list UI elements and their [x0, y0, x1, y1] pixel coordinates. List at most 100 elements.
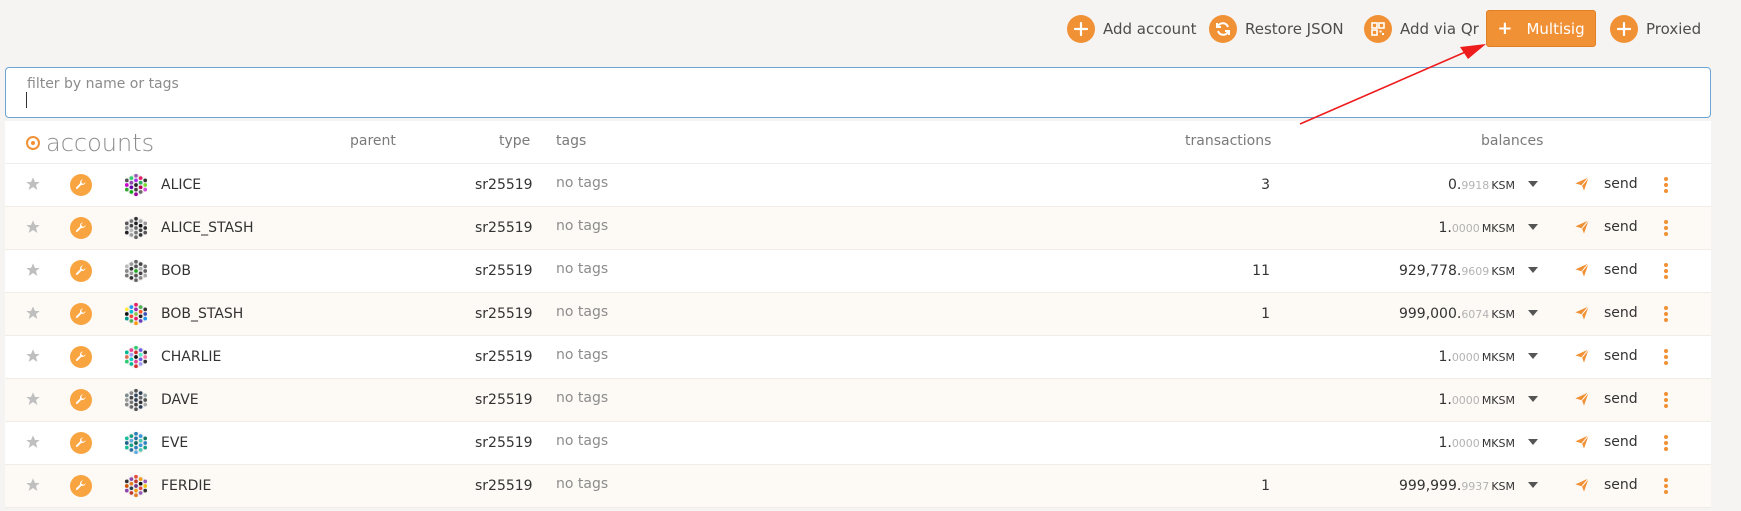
account-tags[interactable]: no tags	[556, 347, 608, 363]
account-name[interactable]: ALICE	[161, 177, 201, 193]
add-via-qr-button[interactable]: Add via Qr	[1364, 13, 1479, 45]
wrench-icon[interactable]	[70, 475, 92, 497]
favorite-star-icon[interactable]	[25, 305, 41, 325]
account-name[interactable]: CHARLIE	[161, 349, 221, 365]
favorite-star-icon[interactable]	[25, 434, 41, 454]
favorite-star-icon[interactable]	[25, 219, 41, 239]
balance: 1.0000 MKSM	[1438, 349, 1515, 365]
send-button[interactable]: send	[1574, 348, 1638, 364]
account-tags[interactable]: no tags	[556, 218, 608, 234]
wrench-icon[interactable]	[70, 432, 92, 454]
caret-down-icon[interactable]	[1528, 353, 1538, 359]
proxied-button[interactable]: Proxied	[1610, 13, 1701, 45]
balance-unit: MKSM	[1481, 351, 1515, 364]
balance-integer: 0.	[1447, 177, 1462, 193]
plus-icon	[1067, 15, 1095, 43]
more-vertical-icon[interactable]	[1664, 177, 1668, 193]
balance: 999,999.9937 KSM	[1399, 478, 1515, 494]
favorite-star-icon[interactable]	[25, 348, 41, 368]
balance: 929,778.9609 KSM	[1399, 263, 1515, 279]
add-account-button[interactable]: Add account	[1067, 13, 1197, 45]
filter-field[interactable]: filter by name or tags	[5, 67, 1711, 118]
caret-down-icon[interactable]	[1528, 267, 1538, 273]
wrench-icon[interactable]	[70, 346, 92, 368]
more-vertical-icon[interactable]	[1664, 478, 1668, 494]
wrench-icon[interactable]	[70, 260, 92, 282]
more-vertical-icon[interactable]	[1664, 306, 1668, 322]
account-type: sr25519	[475, 392, 533, 408]
send-button[interactable]: send	[1574, 391, 1638, 407]
text-cursor	[26, 92, 27, 108]
caret-down-icon[interactable]	[1528, 439, 1538, 445]
table-body: ALICE sr25519 no tags 3 0.9918 KSM send A…	[5, 164, 1711, 508]
send-button[interactable]: send	[1574, 262, 1638, 278]
paper-plane-icon	[1575, 392, 1590, 406]
send-button[interactable]: send	[1574, 176, 1638, 192]
more-vertical-icon[interactable]	[1664, 435, 1668, 451]
balance-unit: MKSM	[1481, 437, 1515, 450]
account-tags[interactable]: no tags	[556, 175, 608, 191]
send-button[interactable]: send	[1574, 477, 1638, 493]
account-tags[interactable]: no tags	[556, 261, 608, 277]
identicon-icon[interactable]	[124, 216, 148, 240]
caret-down-icon[interactable]	[1528, 482, 1538, 488]
multisig-button[interactable]: + Multisig	[1486, 10, 1596, 47]
account-tags[interactable]: no tags	[556, 390, 608, 406]
toolbar: Add account Restore JSON Add via Qr + Mu…	[0, 9, 1741, 47]
restore-json-button[interactable]: Restore JSON	[1209, 13, 1344, 45]
account-tags[interactable]: no tags	[556, 476, 608, 492]
table-row: BOB_STASH sr25519 no tags 1 999,000.6074…	[5, 293, 1711, 336]
balance-unit: MKSM	[1481, 394, 1515, 407]
restore-json-label: Restore JSON	[1245, 20, 1344, 38]
balance-fraction: 0000	[1451, 222, 1480, 235]
send-button[interactable]: send	[1574, 305, 1638, 321]
table-row: ALICE_STASH sr25519 no tags 1.0000 MKSM s…	[5, 207, 1711, 250]
account-name[interactable]: BOB	[161, 263, 191, 279]
balance: 1.0000 MKSM	[1438, 435, 1515, 451]
wrench-icon[interactable]	[70, 174, 92, 196]
proxied-label: Proxied	[1646, 20, 1702, 38]
favorite-star-icon[interactable]	[25, 391, 41, 411]
filter-input[interactable]	[25, 94, 1685, 114]
identicon-icon[interactable]	[124, 259, 148, 283]
caret-down-icon[interactable]	[1528, 310, 1538, 316]
balance-unit: KSM	[1491, 308, 1515, 321]
table-row: CHARLIE sr25519 no tags 1.0000 MKSM send	[5, 336, 1711, 379]
account-tags[interactable]: no tags	[556, 433, 608, 449]
balance-integer: 1.	[1438, 435, 1452, 451]
account-name[interactable]: FERDIE	[161, 478, 211, 494]
send-label: send	[1604, 477, 1638, 493]
more-vertical-icon[interactable]	[1664, 220, 1668, 236]
caret-down-icon[interactable]	[1528, 224, 1538, 230]
identicon-icon[interactable]	[124, 302, 148, 326]
identicon-icon[interactable]	[124, 474, 148, 498]
caret-down-icon[interactable]	[1528, 181, 1538, 187]
more-vertical-icon[interactable]	[1664, 392, 1668, 408]
favorite-star-icon[interactable]	[25, 176, 41, 196]
identicon-icon[interactable]	[124, 173, 148, 197]
account-name[interactable]: EVE	[161, 435, 188, 451]
send-button[interactable]: send	[1574, 219, 1638, 235]
identicon-icon[interactable]	[124, 345, 148, 369]
wrench-icon[interactable]	[70, 217, 92, 239]
account-type: sr25519	[475, 177, 533, 193]
wrench-icon[interactable]	[70, 389, 92, 411]
balance-fraction: 9918	[1461, 179, 1490, 192]
caret-down-icon[interactable]	[1528, 396, 1538, 402]
favorite-star-icon[interactable]	[25, 262, 41, 282]
wrench-icon[interactable]	[70, 303, 92, 325]
send-button[interactable]: send	[1574, 434, 1638, 450]
identicon-icon[interactable]	[124, 431, 148, 455]
table-row: DAVE sr25519 no tags 1.0000 MKSM send	[5, 379, 1711, 422]
account-name[interactable]: ALICE_STASH	[161, 220, 253, 236]
balance-integer: 929,778.	[1398, 263, 1462, 279]
identicon-icon[interactable]	[124, 388, 148, 412]
more-vertical-icon[interactable]	[1664, 263, 1668, 279]
account-name[interactable]: BOB_STASH	[161, 306, 243, 322]
account-name[interactable]: DAVE	[161, 392, 199, 408]
send-label: send	[1604, 391, 1638, 407]
favorite-star-icon[interactable]	[25, 477, 41, 497]
account-tags[interactable]: no tags	[556, 304, 608, 320]
more-vertical-icon[interactable]	[1664, 349, 1668, 365]
balance-unit: MKSM	[1481, 222, 1515, 235]
